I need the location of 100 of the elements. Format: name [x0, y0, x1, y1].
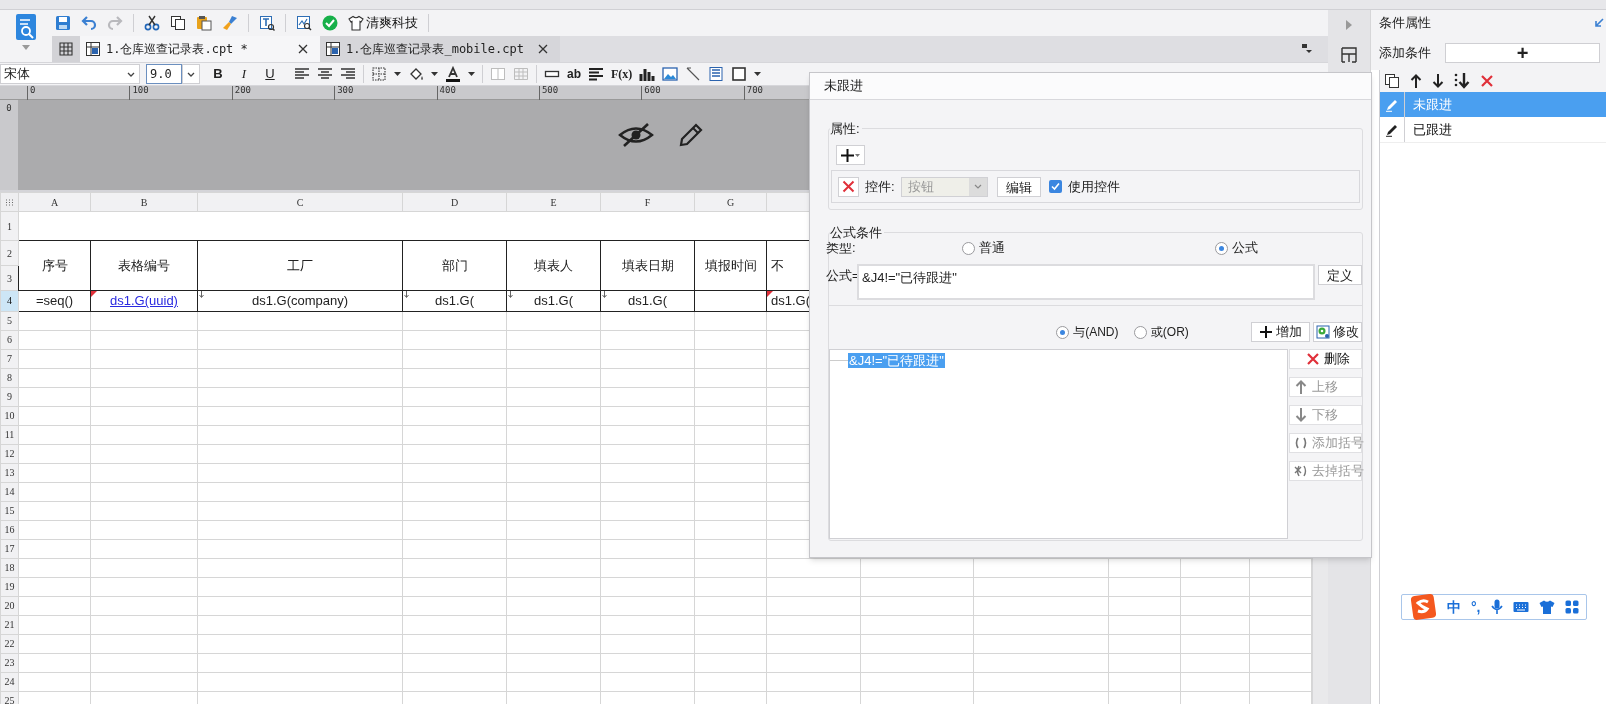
column-header[interactable]: E	[550, 197, 557, 208]
action-button[interactable]: 删除	[1289, 349, 1362, 369]
edit-button[interactable]: 编辑	[996, 176, 1041, 197]
formula-field[interactable]: &J4!="已待跟进"	[857, 264, 1316, 300]
delete-icon	[1305, 352, 1320, 366]
column-header[interactable]: G	[726, 197, 735, 208]
column-header[interactable]: F	[644, 197, 651, 208]
font-select[interactable]: 宋体	[0, 64, 140, 84]
move-bottom-icon[interactable]	[1454, 73, 1470, 89]
logo-icon[interactable]	[1410, 592, 1437, 622]
add-condition-button[interactable]: 增加	[1251, 322, 1311, 342]
radio-button[interactable]	[1133, 325, 1147, 339]
delete-icon[interactable]	[1480, 74, 1494, 88]
copy-icon[interactable]	[170, 15, 186, 31]
row-header[interactable]: 1	[0, 211, 19, 241]
table-cell: ds1.G(	[628, 293, 667, 308]
caret-icon[interactable]	[468, 72, 475, 76]
dropdown-menu-icon[interactable]	[1301, 43, 1313, 55]
insert-text-button[interactable]: ab	[567, 65, 581, 83]
caret-icon[interactable]	[754, 72, 762, 76]
caret-icon[interactable]	[187, 71, 195, 77]
sheet-file-icon	[86, 42, 100, 56]
grid-dots-icon[interactable]	[5, 199, 14, 207]
collapse-arrow-icon[interactable]	[1594, 18, 1604, 28]
radio-button[interactable]	[1215, 241, 1228, 255]
apps-icon[interactable]	[1564, 600, 1579, 614]
align-left-icon[interactable]	[294, 66, 310, 82]
brush-icon[interactable]	[222, 15, 238, 31]
table-cell: ds1.G(	[534, 293, 573, 308]
insert-formula-button[interactable]: F(x)	[611, 65, 633, 83]
define-button[interactable]: 定义	[1318, 265, 1362, 285]
table-cell: ds1.G(company)	[251, 293, 349, 308]
table-cell: 不	[771, 257, 784, 273]
cell-border-icon[interactable]	[731, 66, 748, 82]
down-arrow-icon	[1294, 408, 1308, 422]
radio-label: 或(OR)	[1150, 324, 1189, 341]
brand-button[interactable]: 清爽科技	[348, 13, 418, 33]
align-right-icon[interactable]	[340, 66, 356, 82]
close-icon[interactable]	[296, 42, 310, 56]
keyboard-icon[interactable]	[1512, 601, 1529, 613]
caret-icon[interactable]	[394, 72, 401, 76]
modify-button[interactable]: 修改	[1313, 322, 1362, 342]
slash-icon[interactable]	[685, 66, 702, 82]
image-icon[interactable]	[662, 66, 679, 82]
align-center-icon[interactable]	[317, 66, 333, 82]
split-cells-icon[interactable]	[513, 66, 529, 82]
remove-control-button[interactable]	[838, 176, 859, 197]
text-search-icon[interactable]	[259, 15, 275, 31]
file-tab[interactable]: 1.仓库巡查记录表_mobile.cpt	[320, 36, 560, 62]
ime-mode[interactable]: 中	[1447, 596, 1461, 618]
shirt-icon[interactable]	[1538, 600, 1555, 614]
column-header[interactable]: A	[50, 197, 59, 208]
remove-parentheses-icon	[1294, 464, 1308, 478]
align-icon[interactable]	[588, 66, 604, 82]
new-sheet-icon[interactable]	[58, 41, 74, 57]
table-cell: 填报时间	[704, 257, 757, 273]
radio-button[interactable]	[962, 241, 975, 255]
text-style-button[interactable]: U	[262, 64, 278, 84]
column-header[interactable]: B	[140, 197, 148, 208]
row-header[interactable]: 4	[0, 290, 19, 311]
column-header[interactable]: C	[296, 197, 304, 208]
save-icon[interactable]	[55, 15, 71, 31]
bar-chart-icon[interactable]	[639, 66, 656, 82]
ruler-label: 700	[745, 86, 763, 97]
add-button[interactable]	[836, 145, 865, 165]
field-label: 添加条件	[1379, 44, 1431, 63]
ime-punctuation[interactable]: °,	[1471, 596, 1481, 618]
report-search-icon[interactable]	[15, 13, 37, 41]
table-cell: 工厂	[287, 257, 313, 273]
add-condition-button[interactable]: +	[1445, 43, 1600, 63]
grid-layout-icon[interactable]	[1340, 46, 1358, 64]
row-header[interactable]: 3	[0, 265, 19, 291]
text-style-button[interactable]: I	[236, 64, 252, 84]
copy-icon[interactable]	[1384, 73, 1400, 89]
microphone-icon[interactable]	[1490, 599, 1503, 615]
undo-icon[interactable]	[81, 15, 97, 31]
close-icon[interactable]	[536, 42, 550, 56]
hidden-eye-icon[interactable]	[618, 122, 654, 148]
font-color-icon[interactable]	[445, 66, 461, 82]
ruler-label: 500	[540, 86, 559, 97]
text-style-button[interactable]: B	[210, 64, 226, 84]
fill-bucket-icon[interactable]	[408, 66, 424, 82]
caret-icon[interactable]	[431, 72, 438, 76]
plus-icon	[1259, 326, 1272, 338]
check-icon[interactable]	[322, 15, 338, 31]
up-arrow-icon[interactable]	[1410, 74, 1422, 88]
border-icon[interactable]	[371, 66, 387, 82]
preview-icon[interactable]	[296, 15, 312, 31]
merge-cells-icon[interactable]	[490, 66, 506, 82]
cut-icon[interactable]	[144, 15, 160, 31]
document-icon[interactable]	[708, 66, 725, 82]
column-header[interactable]: D	[450, 197, 459, 208]
checkbox[interactable]	[1048, 180, 1062, 193]
down-arrow-icon[interactable]	[1432, 74, 1444, 88]
paste-icon[interactable]	[196, 15, 212, 31]
file-tab[interactable]: 1.仓库巡查记录表.cpt *	[80, 36, 320, 62]
pencil-icon[interactable]	[678, 122, 704, 148]
radio-button[interactable]	[1056, 325, 1070, 339]
row-header[interactable]: 2	[0, 240, 19, 266]
font-size-field[interactable]: 9.0	[146, 64, 182, 84]
